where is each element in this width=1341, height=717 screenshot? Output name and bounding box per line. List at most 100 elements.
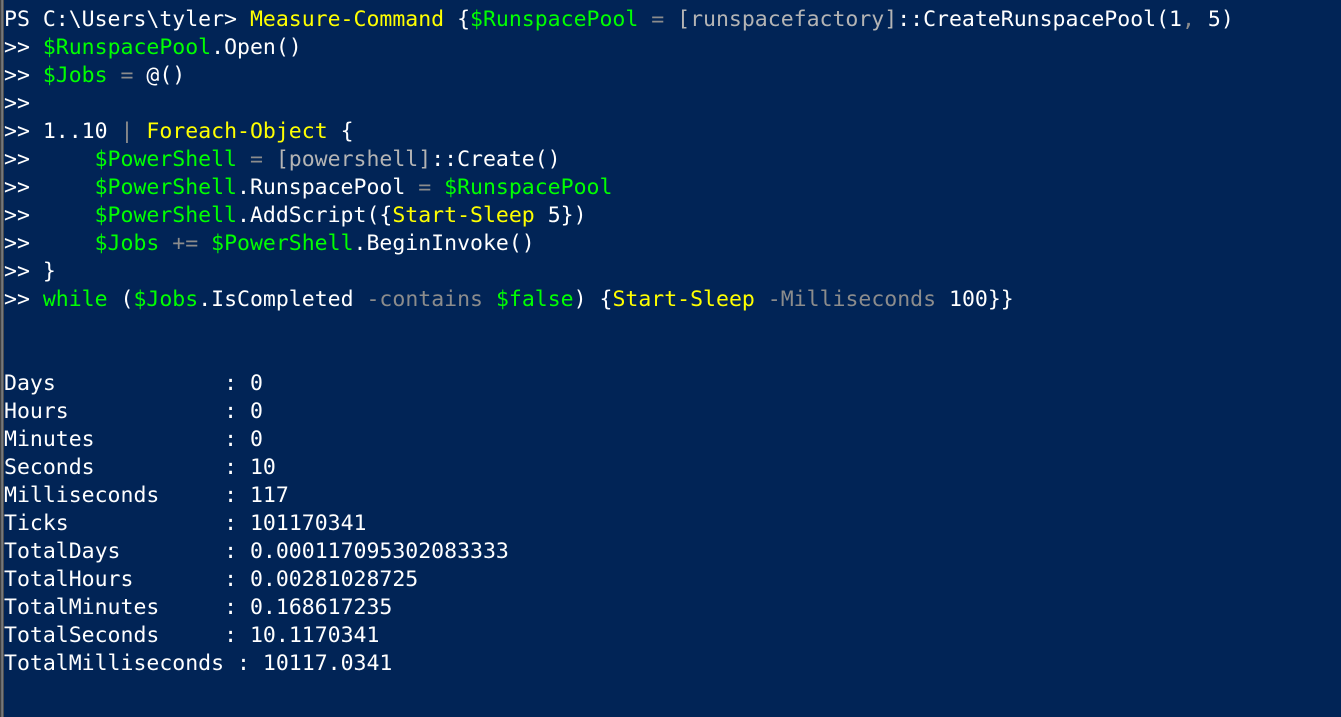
output-separator: : — [224, 595, 238, 620]
console-command-line: >> $PowerShell = [powershell]::Create() — [4, 146, 1341, 174]
token-number: 5 — [1207, 7, 1221, 32]
token-cont: >> — [4, 119, 43, 144]
console-command-line: >> $PowerShell.RunspacePool = $RunspaceP… — [4, 174, 1341, 202]
token-cont: >> — [4, 175, 95, 200]
token-default: }} — [987, 287, 1014, 312]
output-property-name: Ticks — [4, 511, 69, 536]
output-property-value: 10 — [249, 455, 276, 480]
output-property-value: 117 — [249, 483, 289, 508]
token-property: .RunspacePool — [237, 175, 406, 200]
output-property-value: 101170341 — [249, 511, 367, 536]
output-value-gap — [237, 539, 250, 564]
console-command-line: >> — [4, 90, 1341, 118]
token-cont: >> — [4, 287, 43, 312]
token-variable: $Jobs — [133, 287, 199, 312]
token-command: Foreach-Object — [146, 119, 328, 144]
output-property-name: TotalSeconds — [4, 623, 160, 648]
token-default: }) — [560, 203, 587, 228]
output-property-row: Seconds : 10 — [4, 454, 1341, 482]
powershell-console-window[interactable]: PS C:\Users\tyler> Measure-Command {$Run… — [0, 0, 1341, 717]
output-value-gap — [237, 427, 250, 452]
token-cont: >> — [4, 259, 43, 284]
output-property-name: TotalMilliseconds — [4, 651, 225, 676]
console-command-line: >> $RunspacePool.Open() — [4, 34, 1341, 62]
output-property-row: TotalMilliseconds : 10117.0341 — [4, 650, 1341, 678]
output-value-gap — [237, 595, 250, 620]
output-separator: : — [224, 371, 238, 396]
token-operator: = — [405, 175, 445, 200]
output-property-name: Milliseconds — [4, 483, 160, 508]
output-property-value: 0.000117095302083333 — [249, 539, 509, 564]
console-command-line: >> $PowerShell.AddScript({Start-Sleep 5}… — [4, 202, 1341, 230]
console-screen-buffer[interactable]: PS C:\Users\tyler> Measure-Command {$Run… — [4, 0, 1341, 717]
token-param: -contains — [353, 287, 496, 312]
output-property-name: TotalHours — [4, 567, 134, 592]
output-column-pad — [121, 539, 225, 564]
output-property-name: TotalMinutes — [4, 595, 160, 620]
token-property: .IsCompleted — [198, 287, 354, 312]
console-command-line: >> $Jobs = @() — [4, 62, 1341, 90]
token-variable: $RunspacePool — [470, 7, 639, 32]
command-output-block: Days : 0 Hours : 0 Minutes : 0 Seconds : 10… — [4, 370, 1341, 678]
token-default: ::CreateRunspacePool( — [897, 7, 1170, 32]
token-prompt: PS C:\Users\tyler> — [4, 7, 250, 32]
token-property: .Open() — [211, 35, 302, 60]
token-default: ) — [1220, 7, 1234, 32]
command-input-block: PS C:\Users\tyler> Measure-Command {$Run… — [4, 6, 1341, 370]
token-cont: >> — [4, 35, 43, 60]
output-value-gap — [237, 455, 250, 480]
output-property-value: 10.1170341 — [249, 623, 380, 648]
token-punct: { — [444, 7, 471, 32]
output-separator: : — [224, 539, 238, 564]
token-command: Start-Sleep — [612, 287, 755, 312]
output-property-value: 0.168617235 — [249, 595, 393, 620]
token-cont: >> — [4, 91, 30, 116]
output-value-gap — [237, 567, 250, 592]
token-cont: >> — [4, 231, 95, 256]
token-variable: $RunspacePool — [444, 175, 613, 200]
output-property-row: TotalHours : 0.00281028725 — [4, 566, 1341, 594]
output-property-row: Ticks : 101170341 — [4, 510, 1341, 538]
token-punct: { — [327, 119, 354, 144]
token-keyword: while — [42, 287, 108, 312]
token-type: [runspacefactory] — [677, 7, 898, 32]
output-separator: : — [224, 427, 238, 452]
output-property-row: Milliseconds : 117 — [4, 482, 1341, 510]
output-property-name: Minutes — [4, 427, 95, 452]
output-column-pad — [95, 455, 224, 480]
output-property-row: TotalMinutes : 0.168617235 — [4, 594, 1341, 622]
output-property-value: 0 — [249, 371, 263, 396]
output-separator: : — [224, 483, 238, 508]
token-operator: = — [107, 63, 147, 88]
token-variable: $Jobs — [94, 231, 160, 256]
output-separator: : — [237, 651, 250, 676]
token-default — [535, 203, 548, 228]
output-property-row: TotalDays : 0.000117095302083333 — [4, 538, 1341, 566]
token-variable: $false — [495, 287, 574, 312]
output-column-pad — [159, 623, 224, 648]
token-cont: >> — [4, 203, 95, 228]
output-property-row: Hours : 0 — [4, 398, 1341, 426]
output-property-row: Minutes : 0 — [4, 426, 1341, 454]
output-separator: : — [224, 511, 238, 536]
output-value-gap — [237, 399, 250, 424]
output-property-name: Seconds — [4, 455, 95, 480]
output-column-pad — [69, 399, 224, 424]
token-operator: = — [237, 147, 276, 172]
output-column-pad — [56, 371, 224, 396]
output-value-gap — [250, 651, 263, 676]
token-operator: = — [638, 7, 678, 32]
token-number: 5 — [547, 203, 561, 228]
token-cont: >> — [4, 63, 43, 88]
output-property-name: Hours — [4, 399, 69, 424]
token-variable: $PowerShell — [94, 147, 237, 172]
output-column-pad — [133, 567, 224, 592]
token-variable: $PowerShell — [94, 203, 237, 228]
token-variable: $RunspacePool — [42, 35, 212, 60]
output-value-gap — [237, 483, 250, 508]
token-command: Measure-Command — [249, 7, 445, 32]
token-number: 1 — [1169, 7, 1182, 32]
output-column-pad — [224, 651, 237, 676]
